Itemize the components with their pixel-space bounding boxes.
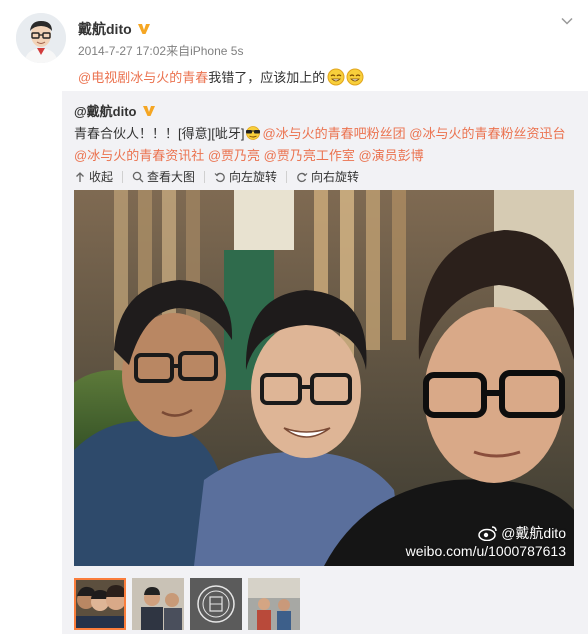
divider	[122, 170, 124, 183]
collapse-button[interactable]: 收起	[74, 168, 113, 185]
divider	[286, 170, 288, 183]
mention-link[interactable]: @贾乃亮	[208, 148, 260, 163]
search-icon	[132, 171, 144, 182]
repost-text: 青春合伙人！！！[得意][呲牙] @冰与火的青春吧粉丝团 @冰与火的青春粉丝资迅台…	[74, 123, 574, 167]
thumbnail-image	[132, 578, 184, 630]
chevron-down-icon[interactable]	[560, 14, 574, 28]
thumbnail-1[interactable]	[74, 578, 126, 630]
verified-v-icon	[137, 24, 150, 34]
repost-text-segment: 青春合伙人！！！[得意][呲牙]	[74, 126, 245, 141]
post-body-text: 我错了，应该加上的	[208, 70, 326, 85]
rotate-left-label: 向左旋转	[229, 170, 278, 184]
mention-link[interactable]: @电视剧冰与火的青春	[78, 67, 208, 86]
post-text: @电视剧冰与火的青春 我错了，应该加上的	[78, 67, 364, 86]
thumbnail-4[interactable]	[248, 578, 300, 630]
rotate-right-label: 向右旋转	[311, 170, 360, 184]
mention-link[interactable]: @冰与火的青春资讯社	[74, 148, 204, 163]
divider	[204, 170, 206, 183]
mention-link[interactable]: @贾乃亮工作室	[264, 148, 355, 163]
repost-username[interactable]: @戴航dito	[74, 101, 157, 120]
repost-box: @戴航dito 青春合伙人！！！[得意][呲牙] @冰与火的青春吧粉丝团 @冰与火…	[62, 91, 588, 634]
post-username[interactable]: 戴航dito	[78, 19, 152, 39]
image-actions: 收起 查看大图 向左旋转 向右旋转	[74, 168, 359, 185]
mention-link[interactable]: @冰与火的青春吧粉丝团	[262, 126, 405, 141]
watermark-url: weibo.com/u/1000787613	[405, 543, 566, 559]
username-text[interactable]: 戴航dito	[78, 19, 132, 39]
view-large-label: 查看大图	[147, 170, 196, 184]
emoji-group	[327, 68, 364, 86]
thumbnail-strip	[74, 578, 300, 630]
mention-link[interactable]: @演员彭博	[358, 148, 423, 163]
weibo-post: 戴航dito 2014-7-27 17:02来自iPhone 5s @电视剧冰与…	[0, 0, 588, 634]
mention-link[interactable]: @冰与火的青春粉丝资迅台	[409, 126, 565, 141]
main-photo[interactable]: @戴航dito weibo.com/u/1000787613	[74, 190, 574, 566]
thumbnail-image	[74, 578, 126, 630]
thumbnail-image	[190, 578, 242, 630]
verified-v-icon	[142, 105, 155, 116]
watermark: @戴航dito weibo.com/u/1000787613	[406, 524, 566, 560]
rotate-right-icon	[297, 172, 308, 182]
thumbnail-image	[248, 578, 300, 630]
collapse-label: 收起	[89, 170, 114, 184]
rotate-right-button[interactable]: 向右旋转	[296, 168, 359, 185]
watermark-user: @戴航dito	[501, 525, 566, 541]
grin-emoji-icon	[346, 68, 364, 85]
post-meta[interactable]: 2014-7-27 17:02来自iPhone 5s	[78, 42, 243, 59]
rotate-left-icon	[214, 172, 225, 182]
thumbnail-2[interactable]	[132, 578, 184, 630]
avatar[interactable]	[16, 13, 66, 63]
arrow-up-icon	[76, 171, 84, 182]
sunglasses-emoji-icon	[246, 126, 261, 140]
grin-emoji-icon	[327, 68, 345, 85]
view-large-button[interactable]: 查看大图	[132, 168, 195, 185]
rotate-left-button[interactable]: 向左旋转	[214, 168, 277, 185]
weibo-logo-icon	[478, 526, 497, 541]
repost-username-text[interactable]: @戴航dito	[74, 101, 137, 120]
selfie-image	[74, 190, 574, 566]
thumbnail-3[interactable]	[190, 578, 242, 630]
